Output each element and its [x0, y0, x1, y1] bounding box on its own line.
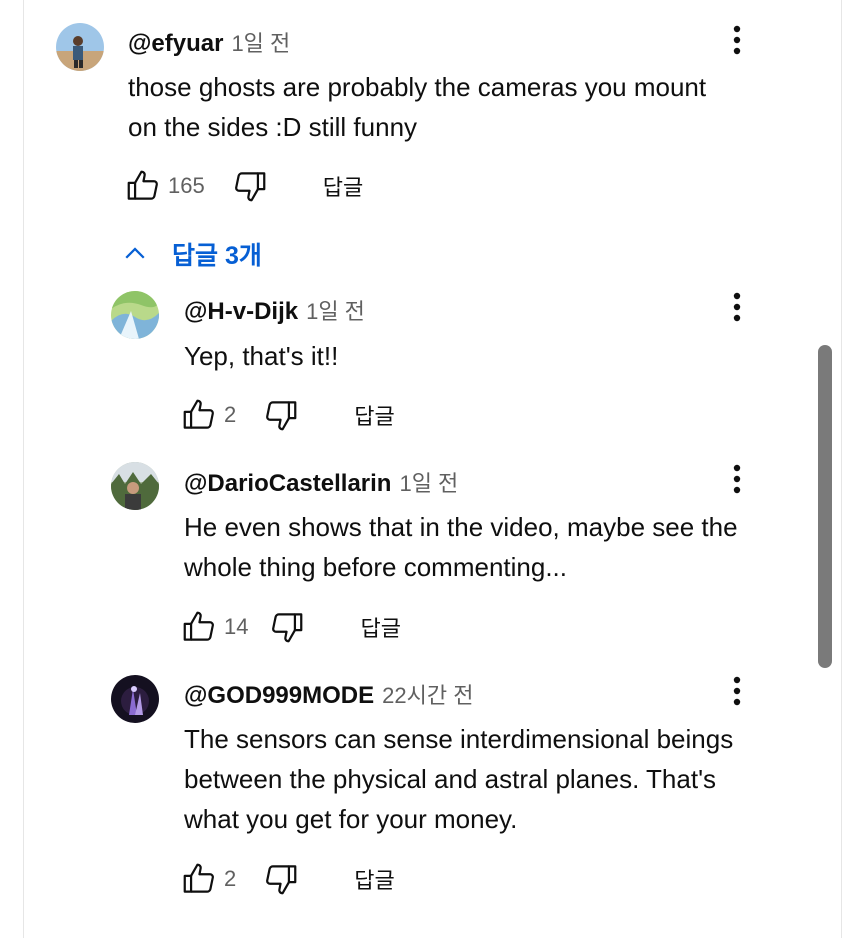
reply-button[interactable]: 답글: [360, 611, 400, 643]
comment-actions: 14 답글: [180, 607, 401, 647]
comment-header: @DarioCastellarin 1일 전: [184, 466, 458, 498]
thumb-up-icon: [183, 611, 214, 641]
scrollbar-thumb[interactable]: [818, 345, 832, 668]
comment-text-line: those ghosts are probably the cameras yo…: [128, 72, 707, 102]
dislike-button[interactable]: [268, 608, 306, 646]
comment-actions: 2 답글: [180, 859, 395, 899]
avatar[interactable]: [111, 462, 159, 510]
more-options-button[interactable]: [725, 22, 749, 58]
timestamp[interactable]: 1일 전: [231, 26, 290, 58]
comment-header: @GOD999MODE 22시간 전: [184, 678, 473, 710]
comment-actions: 2 답글: [180, 395, 395, 435]
thumb-up-icon: [127, 170, 158, 200]
reply-button[interactable]: 답글: [323, 170, 363, 202]
comment-text-line: Yep, that's it!!: [184, 341, 339, 371]
avatar[interactable]: [56, 23, 104, 71]
thumb-down-icon: [266, 865, 297, 895]
comment-text-line: between the physical and astral planes. …: [184, 764, 717, 794]
comment-text: He even shows that in the video, maybe s…: [184, 507, 738, 587]
chevron-up-icon: [125, 247, 145, 259]
more-vert-icon: [733, 25, 741, 55]
panel-border-left: [23, 0, 24, 938]
like-button[interactable]: [180, 860, 218, 898]
comment-text-line: He even shows that in the video, maybe s…: [184, 512, 738, 542]
comment-text: The sensors can sense interdimensional b…: [184, 719, 733, 839]
comment-text-line: whole thing before commenting...: [184, 552, 567, 582]
like-count: 2: [224, 866, 237, 891]
author-name[interactable]: @efyuar: [128, 30, 223, 58]
comment-header: @efyuar 1일 전: [128, 26, 290, 58]
more-vert-icon: [733, 676, 741, 706]
replies-toggle-button[interactable]: 답글 3개: [120, 236, 262, 272]
dislike-button[interactable]: [231, 167, 269, 205]
reply-button[interactable]: 답글: [354, 399, 394, 431]
author-name[interactable]: @DarioCastellarin: [184, 470, 391, 498]
dislike-button[interactable]: [262, 396, 300, 434]
thumb-down-icon: [266, 401, 297, 431]
like-count: 165: [168, 173, 205, 198]
more-options-button[interactable]: [725, 289, 749, 325]
author-name[interactable]: @GOD999MODE: [184, 682, 374, 710]
thumb-up-icon: [183, 399, 214, 429]
more-options-button[interactable]: [725, 673, 749, 709]
dislike-button[interactable]: [262, 860, 300, 898]
comment-text: those ghosts are probably the cameras yo…: [128, 67, 706, 147]
panel-border-right: [841, 0, 842, 938]
comment-text-line: The sensors can sense interdimensional b…: [184, 724, 734, 754]
like-count: 14: [224, 614, 249, 639]
like-button[interactable]: [180, 608, 218, 646]
comment-header: @H-v-Dijk 1일 전: [184, 294, 365, 326]
avatar[interactable]: [111, 291, 159, 339]
comment-actions: 165 답글: [124, 166, 363, 206]
thumb-down-icon: [272, 613, 303, 643]
comment-text-line: on the sides :D still funny: [128, 112, 418, 142]
like-count: 2: [224, 402, 237, 427]
thumb-up-icon: [183, 863, 214, 893]
comment-text: Yep, that's it!!: [184, 336, 338, 376]
replies-toggle-label: 답글 3개: [172, 242, 262, 270]
like-button[interactable]: [124, 167, 162, 205]
like-button[interactable]: [180, 396, 218, 434]
timestamp[interactable]: 1일 전: [399, 466, 458, 498]
avatar[interactable]: [111, 675, 159, 723]
thumb-down-icon: [234, 172, 266, 202]
author-name[interactable]: @H-v-Dijk: [184, 298, 298, 326]
more-options-button[interactable]: [725, 461, 749, 497]
comment-text-line: what you get for your money.: [184, 804, 518, 834]
timestamp[interactable]: 1일 전: [306, 294, 365, 326]
more-vert-icon: [733, 464, 741, 494]
reply-button[interactable]: 답글: [354, 863, 394, 895]
more-vert-icon: [733, 292, 741, 322]
timestamp[interactable]: 22시간 전: [382, 678, 473, 710]
